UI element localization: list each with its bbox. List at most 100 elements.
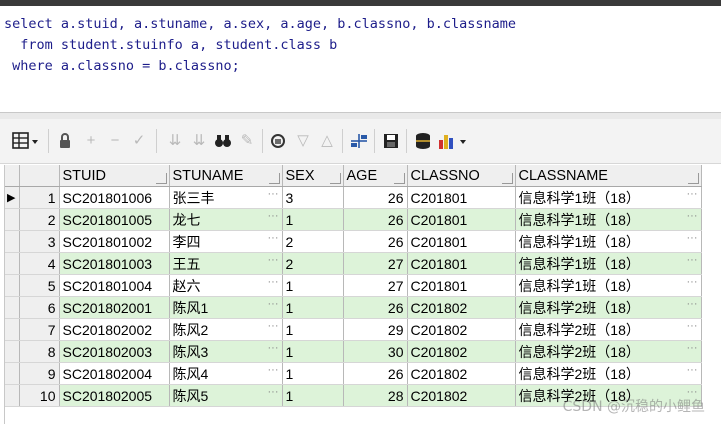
cell-editor-button[interactable]: ··· [687,320,698,332]
cell-stuid[interactable]: SC201801005 [59,208,170,231]
cell-editor-button[interactable]: ··· [268,342,279,354]
minus-icon[interactable]: − [104,130,126,152]
save-icon[interactable] [380,130,402,152]
cell-sex[interactable]: 1 [282,208,344,231]
cell-sex[interactable]: 3 [282,186,344,209]
cell-editor-button[interactable]: ··· [687,210,698,222]
cell-classname[interactable]: 信息科学2班（18） ··· [515,296,702,319]
cell-stuid[interactable]: SC201802003 [59,340,170,363]
cell-sex[interactable]: 1 [282,384,344,407]
column-header-age[interactable]: AGE [343,165,408,187]
cell-age[interactable]: 28 [343,384,408,407]
chart-icon[interactable] [436,130,470,152]
filter-up-icon[interactable]: ⇊ [188,130,210,152]
cell-editor-button[interactable]: ··· [268,298,279,310]
cell-age[interactable]: 30 [343,340,408,363]
row-indicator[interactable] [5,318,20,341]
cell-stuname[interactable]: 龙七 ··· [169,208,283,231]
link-icon[interactable] [348,130,370,152]
cell-classno[interactable]: C201801 [407,274,516,297]
cell-classname[interactable]: 信息科学2班（18） ··· [515,340,702,363]
grid-icon[interactable] [8,130,42,152]
row-indicator[interactable] [5,230,20,253]
binoculars-icon[interactable] [212,130,234,152]
cell-stuname[interactable]: 陈风1 ··· [169,296,283,319]
cell-stuid[interactable]: SC201802002 [59,318,170,341]
sql-editor[interactable]: select a.stuid, a.stuname, a.sex, a.age,… [4,14,516,77]
cell-stuid[interactable]: SC201801002 [59,230,170,253]
cell-age[interactable]: 26 [343,230,408,253]
check-icon[interactable]: ✓ [128,130,150,152]
cell-editor-button[interactable]: ··· [268,364,279,376]
cell-stuname[interactable]: 李四 ··· [169,230,283,253]
cell-stuid[interactable]: SC201802004 [59,362,170,385]
cell-age[interactable]: 27 [343,274,408,297]
cell-classno[interactable]: C201801 [407,186,516,209]
cell-age[interactable]: 29 [343,318,408,341]
cell-classname[interactable]: 信息科学1班（18） ··· [515,186,702,209]
cell-stuname[interactable]: 王五 ··· [169,252,283,275]
row-indicator[interactable]: ▶ [5,186,20,209]
column-header-classname[interactable]: CLASSNAME [515,165,702,187]
row-indicator[interactable] [5,252,20,275]
cell-editor-button[interactable]: ··· [268,254,279,266]
cell-stuname[interactable]: 赵六 ··· [169,274,283,297]
up-icon[interactable]: △ [316,130,338,152]
table-row[interactable]: 4 SC201801003 王五 ··· 2 27 C201801 信息科学1班（18） ··· [5,252,702,275]
cell-classno[interactable]: C201801 [407,252,516,275]
cell-stuid[interactable]: SC201801006 [59,186,170,209]
table-row[interactable]: ▶ 1 SC201801006 张三丰 ··· 3 26 C201801 信息科学1班（18） ·… [5,186,702,209]
cell-classno[interactable]: C201801 [407,230,516,253]
cell-classno[interactable]: C201802 [407,384,516,407]
cell-stuid[interactable]: SC201801004 [59,274,170,297]
cell-sex[interactable]: 1 [282,318,344,341]
column-header-stuid[interactable]: STUID [59,165,170,187]
cell-classno[interactable]: C201802 [407,296,516,319]
row-indicator[interactable] [5,362,20,385]
cell-stuid[interactable]: SC201802001 [59,296,170,319]
table-row[interactable]: 3 SC201801002 李四 ··· 2 26 C201801 信息科学1班（18） ··· [5,230,702,253]
table-row[interactable]: 5 SC201801004 赵六 ··· 1 27 C201801 信息科学1班（18） ··· [5,274,702,297]
cell-editor-button[interactable]: ··· [268,320,279,332]
cell-age[interactable]: 27 [343,252,408,275]
cell-stuname[interactable]: 陈风2 ··· [169,318,283,341]
cell-classname[interactable]: 信息科学1班（18） ··· [515,208,702,231]
cell-age[interactable]: 26 [343,362,408,385]
cell-editor-button[interactable]: ··· [687,298,698,310]
cell-age[interactable]: 26 [343,186,408,209]
row-indicator[interactable] [5,340,20,363]
down-icon[interactable]: ▽ [292,130,314,152]
cell-stuname[interactable]: 陈风5 ··· [169,384,283,407]
cell-sex[interactable]: 2 [282,230,344,253]
lock-icon[interactable] [54,130,76,152]
table-row[interactable]: 8 SC201802003 陈风3 ··· 1 30 C201802 信息科学2班（18） ··… [5,340,702,363]
cell-classname[interactable]: 信息科学1班（18） ··· [515,274,702,297]
clear-icon[interactable]: ✎ [236,130,258,152]
cell-editor-button[interactable]: ··· [687,188,698,200]
cell-stuname[interactable]: 陈风3 ··· [169,340,283,363]
cell-sex[interactable]: 1 [282,362,344,385]
cell-age[interactable]: 26 [343,296,408,319]
cell-editor-button[interactable]: ··· [268,232,279,244]
column-header-sex[interactable]: SEX [282,165,344,187]
cell-editor-button[interactable]: ··· [687,342,698,354]
cell-editor-button[interactable]: ··· [268,188,279,200]
cell-editor-button[interactable]: ··· [687,254,698,266]
cell-editor-button[interactable]: ··· [268,210,279,222]
cell-editor-button[interactable]: ··· [687,276,698,288]
cell-sex[interactable]: 2 [282,252,344,275]
row-indicator[interactable] [5,296,20,319]
cell-stuname[interactable]: 陈风4 ··· [169,362,283,385]
query-icon[interactable] [268,130,290,152]
cell-classno[interactable]: C201802 [407,362,516,385]
cell-sex[interactable]: 1 [282,340,344,363]
plus-icon[interactable]: + [80,130,102,152]
table-row[interactable]: 7 SC201802002 陈风2 ··· 1 29 C201802 信息科学2班（18） ··… [5,318,702,341]
cell-classname[interactable]: 信息科学2班（18） ··· [515,318,702,341]
cell-editor-button[interactable]: ··· [687,364,698,376]
column-header-stuname[interactable]: STUNAME [169,165,283,187]
cell-sex[interactable]: 1 [282,274,344,297]
cell-classno[interactable]: C201801 [407,208,516,231]
cell-stuid[interactable]: SC201802005 [59,384,170,407]
cell-sex[interactable]: 1 [282,296,344,319]
